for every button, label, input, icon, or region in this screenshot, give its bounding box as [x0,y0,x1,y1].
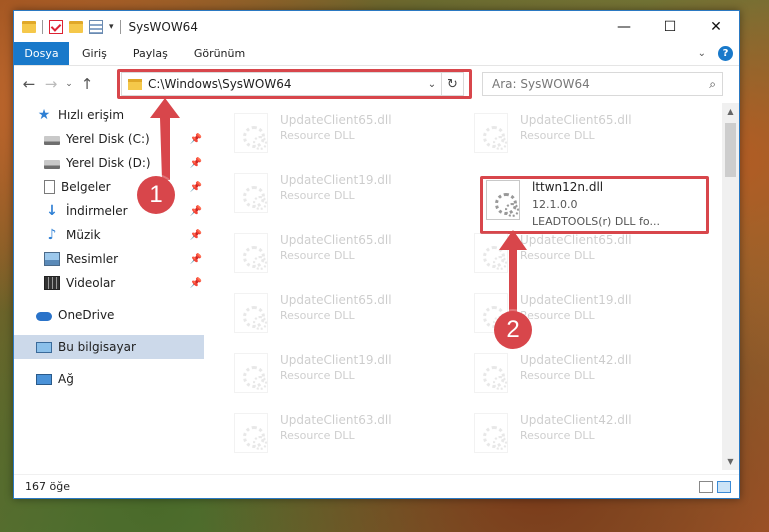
step-1-badge: 1 [137,176,175,214]
step-2-badge: 2 [494,311,532,349]
arrow-1-shape [150,98,180,180]
annotation-arrows [150,98,527,312]
arrow-2-shape [499,230,527,312]
